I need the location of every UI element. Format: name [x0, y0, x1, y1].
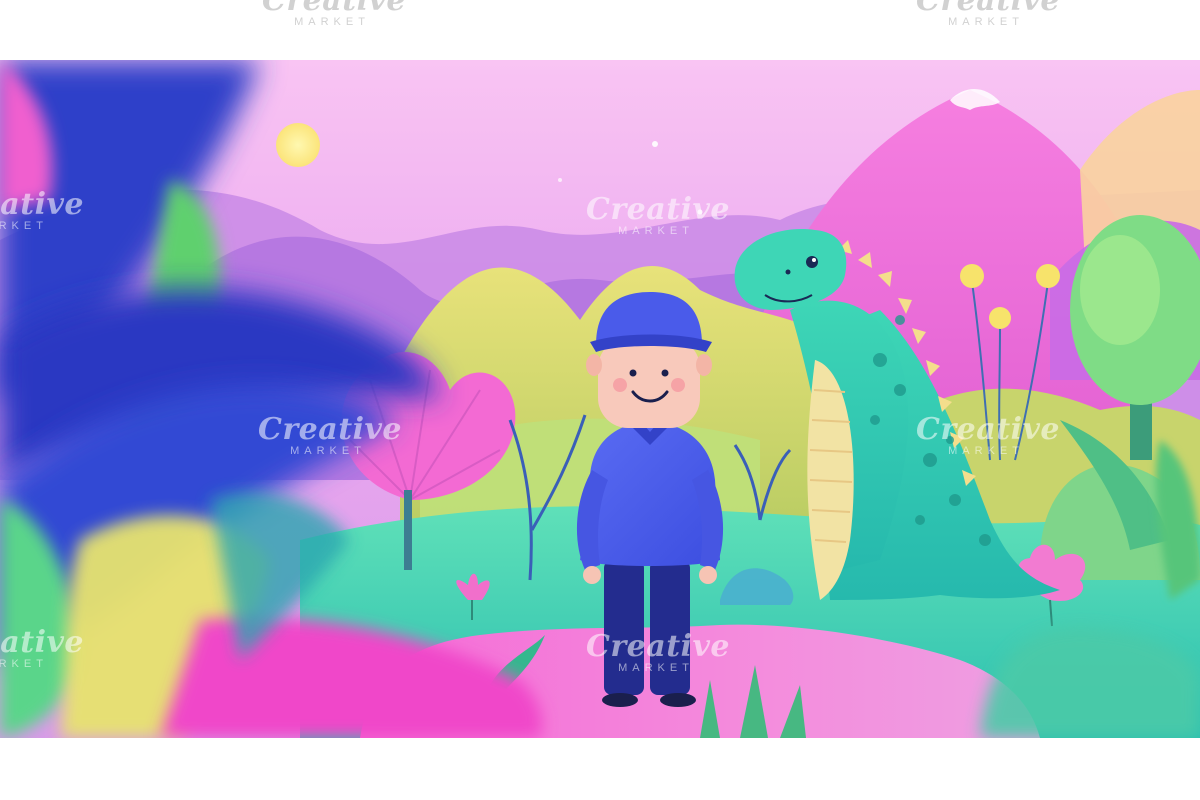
watermark-brand: Creative: [916, 0, 1060, 18]
watermark-sub: MARKET: [294, 16, 370, 28]
top-border: Creative MARKET Creative MARKET: [0, 0, 1200, 60]
bottom-border: [0, 738, 1200, 800]
star: [652, 141, 658, 147]
scene-svg: [0, 60, 1200, 738]
watermark-brand: Creative: [262, 0, 406, 18]
watermark-top-right: Creative MARKET: [916, 0, 1060, 29]
watermark-sub: MARKET: [948, 16, 1024, 28]
illustration: Creative MARKET Creative MARKET Creative…: [0, 60, 1200, 738]
sun: [276, 123, 320, 167]
star: [697, 209, 703, 215]
watermark-top-left: Creative MARKET: [262, 0, 406, 29]
star: [558, 178, 562, 182]
